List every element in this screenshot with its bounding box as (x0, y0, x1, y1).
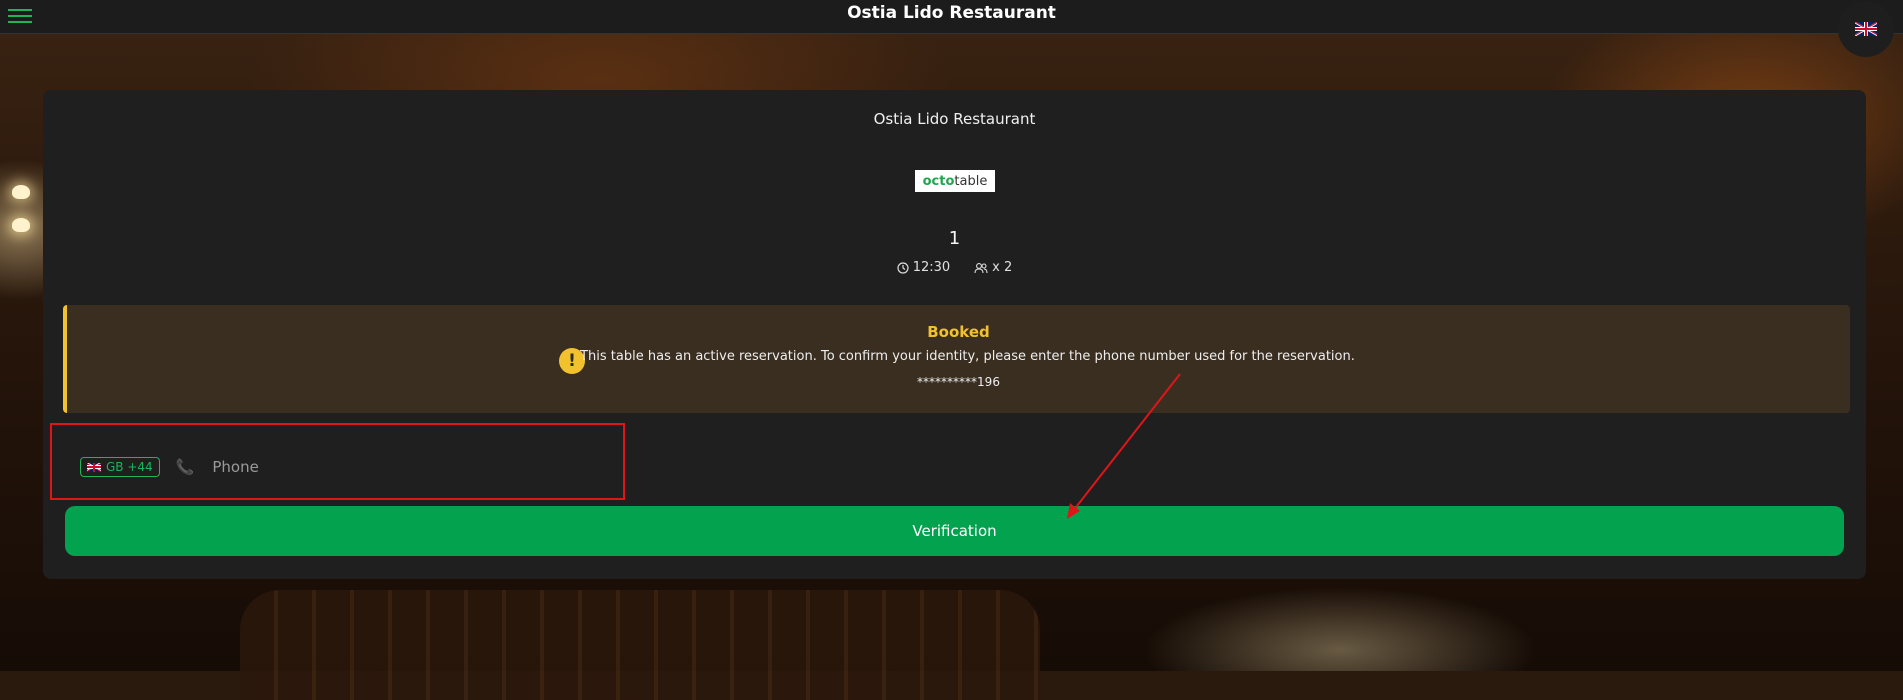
table-number: 1 (948, 228, 961, 249)
time-info: 12:30 (897, 260, 950, 275)
country-code-selector[interactable]: GB +44 (80, 457, 160, 477)
booked-alert: Booked ! This table has an active reserv… (63, 305, 1850, 413)
reservation-meta: 12:30 x 2 (43, 260, 1866, 275)
time-value: 12:30 (912, 260, 951, 275)
phone-input-row: GB +44 📞 (80, 452, 595, 482)
alert-message: This table has an active reservation. To… (580, 349, 1355, 364)
wall-lamp (12, 185, 30, 199)
masked-phone: **********196 (917, 375, 1000, 389)
top-bar: Ostia Lido Restaurant (0, 0, 1903, 34)
clock-icon (897, 261, 909, 274)
guests-value: x 2 (992, 260, 1013, 275)
app-title: Ostia Lido Restaurant (847, 3, 1056, 23)
language-switcher-button[interactable] (1838, 1, 1894, 57)
guests-info: x 2 (974, 260, 1012, 275)
uk-flag-icon (1855, 22, 1877, 36)
reservation-card: Ostia Lido Restaurant octo table 1 12:30 … (43, 90, 1866, 579)
phone-input[interactable] (210, 457, 595, 477)
wall-lamp (12, 218, 30, 232)
country-code-label: GB +44 (106, 460, 153, 474)
alert-title: Booked (927, 323, 990, 341)
people-icon (974, 262, 988, 273)
phone-icon: 📞 (175, 458, 195, 476)
booth-decoration (240, 590, 1040, 700)
octotable-logo: octo table (915, 170, 995, 192)
verification-button[interactable]: Verification (65, 506, 1844, 556)
uk-flag-icon (87, 462, 101, 472)
restaurant-name: Ostia Lido Restaurant (873, 110, 1036, 128)
